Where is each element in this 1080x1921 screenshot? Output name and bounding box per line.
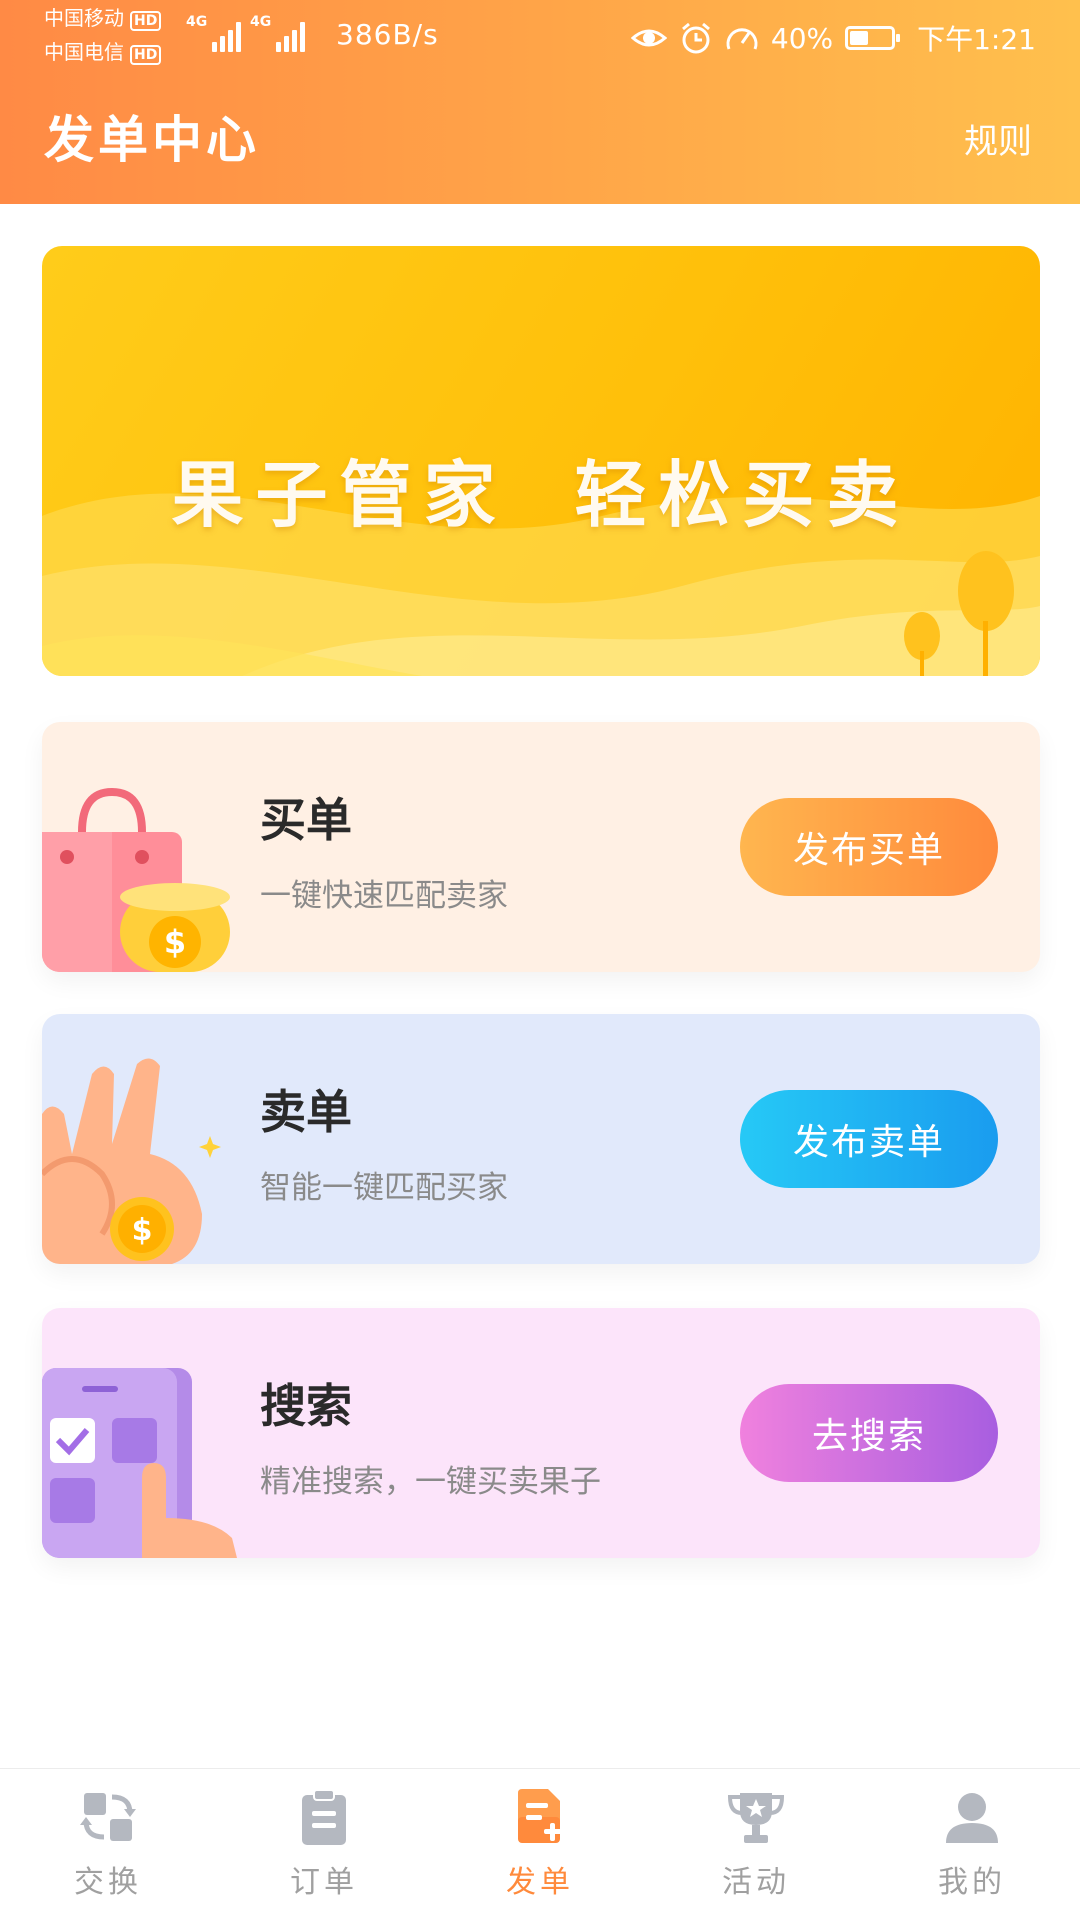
svg-text:$: $ [164, 923, 186, 961]
card-title: 卖单 [260, 1085, 352, 1139]
card-subtitle: 精准搜索，一键买卖果子 [260, 1464, 601, 1500]
hand-coin-icon: $ [42, 1058, 221, 1264]
post-order-icon [518, 1789, 562, 1843]
promo-banner[interactable]: 果子管家 轻松买卖 [42, 246, 1040, 676]
speed-icon [726, 28, 758, 50]
nav-item-orders[interactable]: 订单 [216, 1769, 432, 1921]
publish-buy-button[interactable]: 发布买单 [740, 798, 998, 896]
card-title: 搜索 [260, 1379, 352, 1433]
nav-label: 活动 [722, 1865, 790, 1900]
carrier-2-label: 中国电信 [44, 40, 124, 64]
banner-slogan: 果子管家 轻松买卖 [171, 453, 911, 537]
status-right: 40% 下午1:21 [630, 14, 1036, 62]
header: 中国移动 HD 中国电信 HD 4G 4G 386B/s 40% 下午1:21 … [0, 0, 1080, 204]
user-icon [946, 1793, 998, 1843]
clipboard-icon [302, 1789, 346, 1845]
svg-text:$: $ [132, 1213, 153, 1248]
nav-item-activity[interactable]: 活动 [648, 1769, 864, 1921]
search-card[interactable]: 搜索 精准搜索，一键买卖果子 去搜索 [42, 1308, 1040, 1558]
nav-item-mine[interactable]: 我的 [864, 1769, 1080, 1921]
sell-order-card[interactable]: $ 卖单 智能一键匹配买家 发布卖单 [42, 1014, 1040, 1264]
nav-label: 我的 [938, 1865, 1006, 1900]
bottom-nav: 交换 订单 发单 活动 我的 [0, 1768, 1080, 1921]
hd-badge: HD [130, 45, 162, 65]
signal-icon: 4G [186, 14, 242, 52]
shopping-bag-icon: $ [42, 787, 230, 972]
network-type-1: 4G [186, 14, 208, 30]
publish-sell-button[interactable]: 发布卖单 [740, 1090, 998, 1188]
network-type-2: 4G [250, 14, 272, 30]
carrier-1: 中国移动 HD [44, 6, 162, 31]
card-subtitle: 智能一键匹配买家 [260, 1170, 508, 1206]
page-title: 发单中心 [44, 110, 260, 169]
eye-icon [630, 29, 667, 47]
card-subtitle: 一键快速匹配卖家 [260, 878, 508, 914]
tablet-touch-icon [42, 1368, 237, 1558]
trophy-icon [727, 1793, 785, 1843]
hd-badge: HD [130, 11, 162, 31]
buy-order-card[interactable]: $ 买单 一键快速匹配卖家 发布买单 [42, 722, 1040, 972]
nav-item-exchange[interactable]: 交换 [0, 1769, 216, 1921]
alarm-icon [681, 22, 710, 54]
battery-percent: 40% [770, 21, 834, 55]
nav-label: 发单 [506, 1865, 574, 1900]
clock: 下午1:21 [917, 23, 1036, 56]
nav-label: 订单 [290, 1865, 358, 1900]
carrier-1-label: 中国移动 [44, 6, 124, 30]
signal-icon: 4G [250, 14, 306, 52]
rules-link[interactable]: 规则 [964, 114, 1032, 163]
carrier-2: 中国电信 HD [44, 40, 162, 65]
net-speed: 386B/s [336, 18, 439, 51]
card-title: 买单 [260, 793, 352, 847]
exchange-icon [80, 1793, 136, 1841]
nav-label: 交换 [74, 1865, 142, 1900]
status-bar: 中国移动 HD 中国电信 HD 4G 4G 386B/s 40% 下午1:21 [0, 0, 1080, 80]
go-search-button[interactable]: 去搜索 [740, 1384, 998, 1482]
battery-icon [845, 26, 901, 50]
nav-item-post-order[interactable]: 发单 [432, 1769, 648, 1921]
